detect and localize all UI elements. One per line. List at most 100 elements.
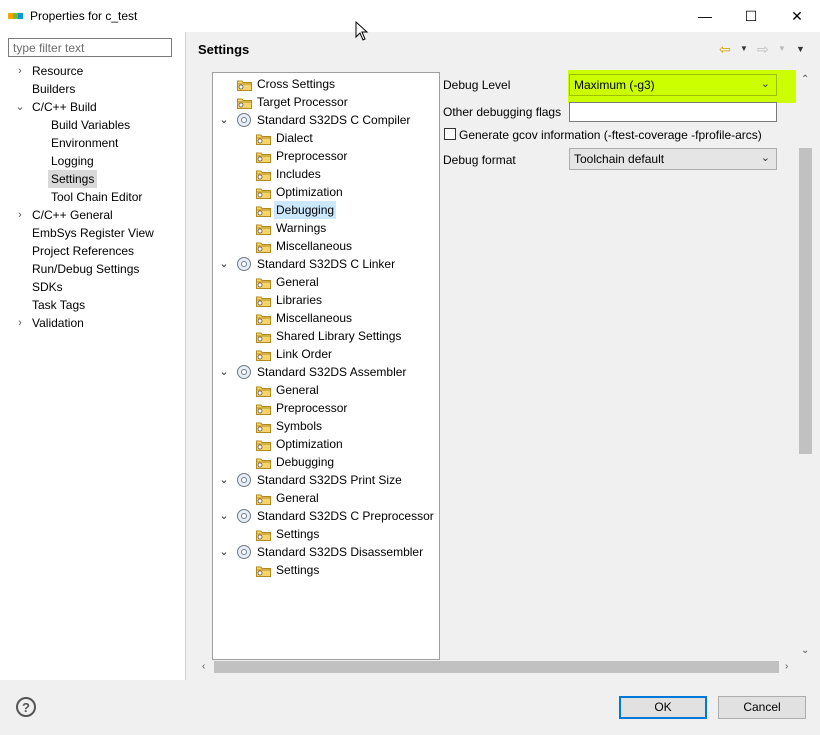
chevron-right-icon[interactable]: ›: [14, 206, 26, 224]
tree-item-label: Shared Library Settings: [276, 329, 402, 343]
tree-item-label: Standard S32DS Assembler: [257, 365, 407, 379]
tree-item-label: Cross Settings: [257, 77, 336, 91]
scroll-up-icon[interactable]: ⌃: [801, 74, 809, 85]
minimize-button[interactable]: —: [682, 0, 728, 32]
debug-level-select[interactable]: Maximum (-g3) ⌄: [569, 74, 777, 96]
folder-settings-icon: [256, 132, 271, 145]
chevron-right-icon[interactable]: ›: [14, 62, 26, 80]
nav-item-label: C/C++ Build: [32, 100, 97, 114]
chevron-down-icon[interactable]: ⌄: [218, 543, 230, 561]
window-title: Properties for c_test: [30, 9, 138, 23]
chevron-down-icon[interactable]: ⌄: [218, 363, 230, 381]
tree-item-label: Settings: [276, 563, 320, 577]
forward-menu-chevron-icon[interactable]: ▼: [778, 44, 786, 53]
tree-item-label: Miscellaneous: [276, 239, 353, 253]
nav-item-label: Settings: [48, 170, 98, 188]
nav-item-label: Environment: [51, 136, 119, 150]
scroll-left-icon[interactable]: ‹: [202, 661, 205, 672]
folder-settings-icon: [256, 492, 271, 505]
debug-format-select[interactable]: Toolchain default ⌄: [569, 148, 777, 170]
close-button[interactable]: ✕: [774, 0, 820, 32]
debug-level-value: Maximum (-g3): [574, 78, 655, 92]
folder-settings-icon: [256, 564, 271, 577]
tree-item-label: Libraries: [276, 293, 323, 307]
nav-item-label: Project References: [32, 244, 135, 258]
filter-input[interactable]: [8, 38, 172, 57]
chevron-down-icon[interactable]: ⌄: [218, 255, 230, 273]
chevron-down-icon[interactable]: ⌄: [218, 111, 230, 129]
folder-settings-icon: [256, 276, 271, 289]
tree-item-label: Target Processor: [257, 95, 348, 109]
chevron-down-icon[interactable]: ⌄: [218, 471, 230, 489]
help-icon[interactable]: ?: [16, 697, 36, 717]
nav-item-label: Validation: [32, 316, 84, 330]
tool-gear-icon: [237, 545, 251, 559]
gcov-checkbox[interactable]: [444, 128, 456, 140]
other-flags-input[interactable]: [569, 102, 777, 122]
nav-item-label: Logging: [51, 154, 94, 168]
folder-settings-icon: [256, 384, 271, 397]
view-menu-icon[interactable]: ▼: [796, 44, 805, 54]
folder-settings-icon: [256, 456, 271, 469]
scroll-down-icon[interactable]: ⌄: [801, 645, 809, 656]
folder-settings-icon: [256, 204, 271, 217]
folder-settings-icon: [256, 294, 271, 307]
other-flags-label: Other debugging flags: [443, 105, 562, 119]
chevron-right-icon[interactable]: ›: [14, 314, 26, 332]
tool-gear-icon: [237, 365, 251, 379]
debug-level-label: Debug Level: [443, 78, 511, 92]
tree-item-label: General: [276, 275, 319, 289]
nav-item-label: Task Tags: [32, 298, 86, 312]
chevron-down-icon[interactable]: ⌄: [14, 98, 26, 116]
nav-item-label: EmbSys Register View: [32, 226, 154, 240]
debug-format-label: Debug format: [443, 153, 516, 167]
folder-settings-icon: [256, 168, 271, 181]
tree-item-label: Warnings: [276, 221, 327, 235]
folder-settings-icon: [237, 96, 252, 109]
tree-item-label: Debugging: [276, 455, 335, 469]
tree-item-label: Optimization: [276, 185, 343, 199]
cancel-button[interactable]: Cancel: [718, 696, 806, 719]
folder-settings-icon: [256, 186, 271, 199]
title-bar: Properties for c_test — ☐ ✕: [0, 0, 820, 32]
tree-item-label: Dialect: [276, 131, 313, 145]
tree-item-label: Standard S32DS Print Size: [257, 473, 402, 487]
tree-item-label: Debugging: [274, 201, 337, 219]
tree-item-label: Optimization: [276, 437, 343, 451]
folder-settings-icon: [256, 528, 271, 541]
tree-item-label: Settings: [276, 527, 320, 541]
tree-item-label: Miscellaneous: [276, 311, 353, 325]
tree-item-label: Link Order: [276, 347, 333, 361]
nav-item-label: C/C++ General: [32, 208, 113, 222]
folder-settings-icon: [256, 402, 271, 415]
folder-settings-icon: [256, 348, 271, 361]
tool-gear-icon: [237, 113, 251, 127]
tool-gear-icon: [237, 509, 251, 523]
back-arrow-icon[interactable]: ⇦: [719, 41, 731, 58]
nav-item-label: Run/Debug Settings: [32, 262, 140, 276]
gcov-label: Generate gcov information (-ftest-covera…: [459, 128, 762, 142]
folder-settings-icon: [237, 78, 252, 91]
horizontal-scrollbar-thumb[interactable]: [214, 661, 779, 673]
tree-item-label: Standard S32DS Disassembler: [257, 545, 424, 559]
folder-settings-icon: [256, 312, 271, 325]
tree-item-label: Standard S32DS C Linker: [257, 257, 396, 271]
tree-item-label: General: [276, 491, 319, 505]
vertical-scrollbar-thumb[interactable]: [799, 148, 812, 454]
nav-item-label: SDKs: [32, 280, 63, 294]
nav-tree: › Resource Builders ⌄ C/C++ Build Build …: [0, 62, 185, 342]
back-menu-chevron-icon[interactable]: ▼: [740, 44, 748, 53]
ok-button[interactable]: OK: [619, 696, 707, 719]
forward-arrow-icon[interactable]: ⇨: [757, 41, 769, 58]
tree-item-label: Symbols: [276, 419, 323, 433]
chevron-down-icon: ⌄: [760, 78, 770, 90]
nav-item-label: Tool Chain Editor: [51, 190, 143, 204]
maximize-button[interactable]: ☐: [728, 0, 774, 32]
tree-item-label: General: [276, 383, 319, 397]
debug-format-value: Toolchain default: [574, 152, 665, 166]
chevron-down-icon[interactable]: ⌄: [218, 507, 230, 525]
folder-settings-icon: [256, 438, 271, 451]
page-title: Settings: [198, 42, 250, 57]
nav-item-label: Build Variables: [51, 118, 131, 132]
scroll-right-icon[interactable]: ›: [785, 661, 788, 672]
